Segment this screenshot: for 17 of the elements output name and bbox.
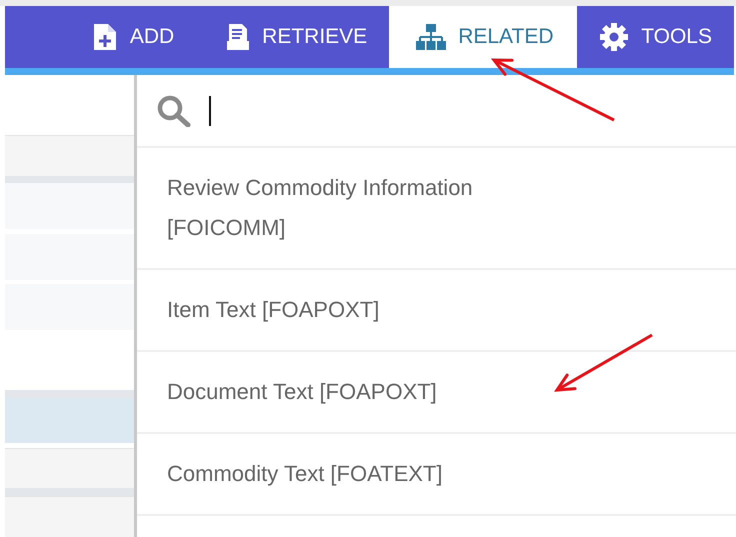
toolbar-tab[interactable]: ADD xyxy=(92,6,204,68)
list-row[interactable] xyxy=(5,398,134,444)
file-add-icon xyxy=(92,23,118,51)
menu-item[interactable]: Commodity Text [FOATEXT] xyxy=(137,434,736,516)
toolbar-tab[interactable]: RETRIEVE xyxy=(204,6,390,68)
document-tray-icon xyxy=(226,23,250,51)
menu-item[interactable]: Item Text [FOAPOXT] xyxy=(137,270,736,352)
list-row[interactable] xyxy=(5,284,134,330)
toolbar-tab[interactable]: RELATED xyxy=(389,6,578,68)
list-row[interactable] xyxy=(5,234,134,280)
hierarchy-icon xyxy=(416,23,446,51)
search-icon xyxy=(157,94,191,126)
menu-item[interactable]: Review Commodity Information [FOICOMM] xyxy=(137,148,736,270)
toolbar-tab[interactable]: TOOLS xyxy=(577,6,734,68)
settings-icon xyxy=(599,22,630,52)
menu-item[interactable]: Document Text [FOAPOXT] xyxy=(137,352,736,434)
list-row[interactable] xyxy=(5,183,134,230)
